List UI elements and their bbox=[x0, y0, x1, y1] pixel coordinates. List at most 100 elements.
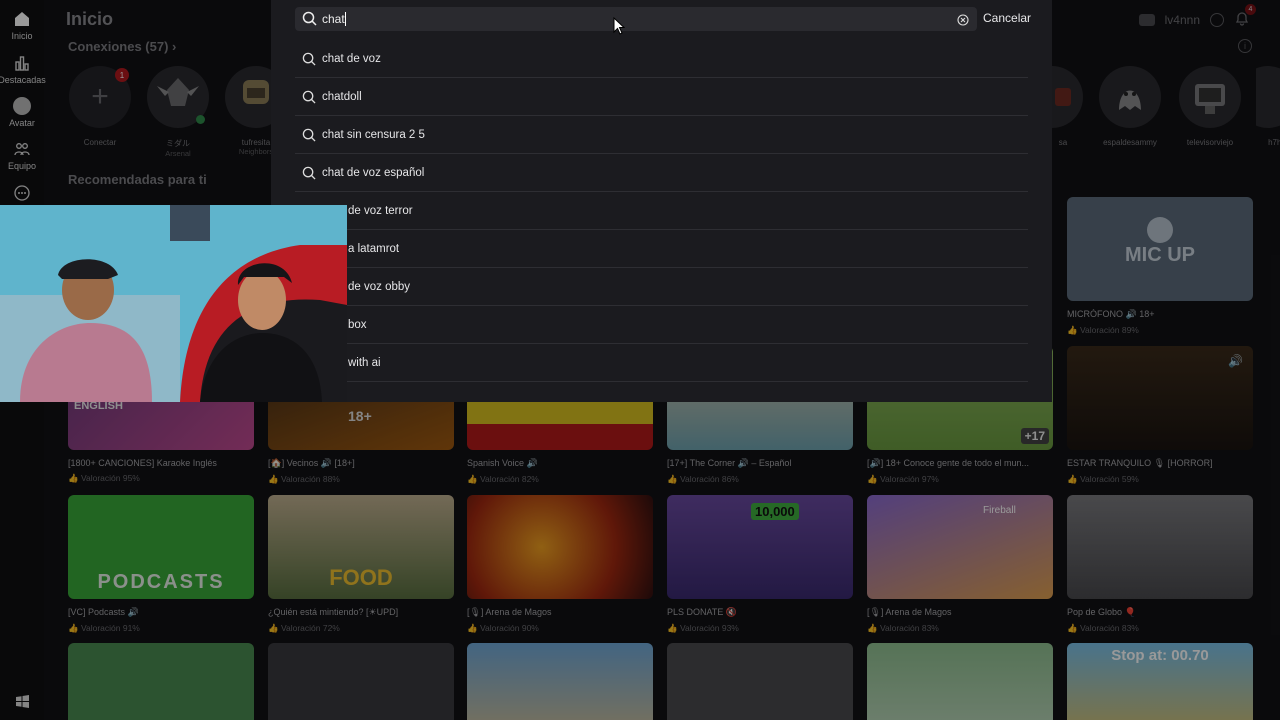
game-rating-text: Valoración 83% bbox=[1079, 623, 1139, 633]
game-card[interactable]: Stop at: 00.70 bbox=[1067, 643, 1253, 720]
connection-item[interactable]: televisorviejo bbox=[1178, 66, 1242, 147]
connection-item[interactable]: h7hu bbox=[1256, 66, 1280, 147]
suggestion-text: chatdoll bbox=[322, 91, 362, 103]
game-card[interactable]: PODCASTS [VC] Podcasts 🔊 👍 Valoración 91… bbox=[68, 495, 254, 634]
game-rating-text: Valoración 88% bbox=[280, 474, 340, 484]
game-thumbnail: PODCASTS bbox=[68, 495, 254, 599]
game-title: [🎙] Arena de Magos bbox=[867, 607, 952, 617]
game-thumbnail: 🔊 bbox=[1067, 346, 1253, 450]
connection-name: espaldesammy bbox=[1103, 138, 1157, 147]
game-thumbnail bbox=[467, 643, 653, 720]
search-suggestion[interactable]: chat de voz bbox=[295, 40, 1028, 78]
text-caret bbox=[345, 12, 346, 26]
header-user-area: lv4nnn 4 bbox=[1138, 4, 1256, 29]
home-icon bbox=[13, 10, 31, 28]
volume-icon: 🔊 bbox=[1228, 354, 1243, 368]
game-card[interactable] bbox=[268, 643, 454, 720]
sidebar-item-equipo[interactable]: Equipo bbox=[0, 140, 44, 171]
connection-item[interactable]: ミダル Arsenal bbox=[146, 66, 210, 158]
cancel-button[interactable]: Cancelar bbox=[983, 11, 1031, 25]
game-rating-text: Valoración 90% bbox=[479, 623, 539, 633]
game-card[interactable]: [🎙] Arena de Magos 👍 Valoración 90% bbox=[467, 495, 653, 634]
windows-button[interactable] bbox=[0, 692, 44, 710]
search-suggestion[interactable]: a latamrot bbox=[295, 230, 1028, 268]
fireball-logo: Fireball bbox=[983, 505, 1016, 516]
suggestion-text: de voz terror bbox=[348, 205, 413, 217]
game-card[interactable]: 10,000 PLS DONATE 🔇 👍 Valoración 93% bbox=[667, 495, 853, 634]
game-thumbnail bbox=[68, 643, 254, 720]
sidebar-item-destacadas[interactable]: Destacadas bbox=[0, 54, 46, 85]
game-rating: 👍 Valoración 89% bbox=[1067, 325, 1139, 335]
search-suggestion[interactable]: with ai bbox=[295, 344, 1028, 382]
game-card[interactable]: Pop de Globo 🎈 👍 Valoración 83% bbox=[1067, 495, 1253, 634]
search-suggestion[interactable]: chat de voz español bbox=[295, 154, 1028, 192]
game-rating: 👍 Valoración 97% bbox=[867, 474, 939, 484]
search-bar[interactable] bbox=[295, 7, 977, 31]
search-suggestion[interactable]: de voz terror bbox=[295, 192, 1028, 230]
game-thumbnail bbox=[1067, 495, 1253, 599]
game-thumbnail bbox=[268, 643, 454, 720]
game-title: [🎙] Arena de Magos bbox=[467, 607, 552, 617]
info-icon[interactable]: i bbox=[1238, 39, 1252, 53]
username-label[interactable]: lv4nnn bbox=[1165, 13, 1200, 27]
search-suggestion[interactable]: chat sin censura 2 5 bbox=[295, 116, 1028, 154]
game-rating-text: Valoración 89% bbox=[1079, 325, 1139, 335]
connection-name: h7hu bbox=[1268, 138, 1280, 147]
clear-search-icon[interactable] bbox=[957, 13, 969, 31]
game-title: Pop de Globo 🎈 bbox=[1067, 607, 1136, 617]
game-title: [17+] The Corner 🔊 – Español bbox=[667, 458, 792, 468]
search-icon bbox=[302, 166, 316, 185]
game-card[interactable] bbox=[667, 643, 853, 720]
search-suggestion[interactable]: de voz obby bbox=[295, 268, 1028, 306]
connection-item[interactable]: espaldesammy bbox=[1098, 66, 1162, 147]
chart-icon bbox=[13, 54, 31, 72]
connect-button[interactable]: + 1 Conectar bbox=[68, 66, 132, 147]
suggestion-text: chat de voz español bbox=[322, 167, 425, 179]
robux-icon[interactable] bbox=[1138, 13, 1155, 26]
notification-bell-icon[interactable]: 4 bbox=[1234, 4, 1256, 29]
team-icon bbox=[13, 140, 31, 158]
game-card[interactable]: MIC UP MICRÓFONO 🔊 18+ 👍 Valoración 89% bbox=[1067, 197, 1253, 336]
connection-avatar bbox=[1179, 66, 1241, 128]
connections-title[interactable]: Conexiones (57) › bbox=[68, 39, 176, 54]
robux-coin-icon[interactable] bbox=[1210, 12, 1224, 27]
sidebar-item-inicio[interactable]: Inicio bbox=[0, 10, 44, 41]
sidebar-item-label: Avatar bbox=[9, 118, 35, 128]
game-card[interactable]: FOOD ¿Quién está mintiendo? [☀UPD] 👍 Val… bbox=[268, 495, 454, 634]
game-card[interactable] bbox=[467, 643, 653, 720]
sidebar-item-label: Inicio bbox=[11, 31, 33, 41]
search-suggestion[interactable]: box bbox=[295, 306, 1028, 344]
game-card[interactable] bbox=[68, 643, 254, 720]
connect-badge: 1 bbox=[115, 68, 129, 82]
game-rating-text: Valoración 72% bbox=[280, 623, 340, 633]
game-rating: 👍 Valoración 95% bbox=[68, 473, 140, 483]
sidebar-item-more[interactable] bbox=[0, 184, 44, 202]
game-title: [🔊] 18+ Conoce gente de todo el mun... bbox=[867, 458, 1030, 468]
game-title: MICRÓFONO 🔊 18+ bbox=[1067, 309, 1155, 319]
game-rating-text: Valoración 91% bbox=[80, 623, 140, 633]
search-suggestion[interactable]: chatdoll bbox=[295, 78, 1028, 116]
sidebar-item-avatar[interactable]: Avatar bbox=[0, 97, 44, 128]
search-icon bbox=[302, 128, 316, 147]
suggestion-text: chat sin censura 2 5 bbox=[322, 129, 425, 141]
game-rating: 👍 Valoración 83% bbox=[867, 623, 939, 633]
game-thumbnail bbox=[467, 495, 653, 599]
webcam-overlay bbox=[0, 205, 347, 402]
game-rating-text: Valoración 82% bbox=[479, 474, 539, 484]
connection-game: Neighbors bbox=[238, 147, 274, 156]
game-rating: 👍 Valoración 90% bbox=[467, 623, 539, 633]
connection-avatar bbox=[1256, 66, 1280, 128]
game-thumbnail: Stop at: 00.70 bbox=[1067, 643, 1253, 720]
game-title: ¿Quién está mintiendo? [☀UPD] bbox=[268, 607, 399, 617]
windows-icon bbox=[13, 692, 31, 710]
plus17-badge: +17 bbox=[1020, 428, 1049, 444]
mouse-cursor-icon bbox=[613, 16, 626, 40]
eighteen-logo: 18+ bbox=[348, 408, 372, 424]
game-card[interactable]: 🔊 ESTAR TRANQUILO 🎙 [HORROR] 👍 Valoració… bbox=[1067, 346, 1253, 485]
game-card[interactable]: Fireball [🎙] Arena de Magos 👍 Valoración… bbox=[867, 495, 1053, 634]
search-icon bbox=[302, 52, 316, 71]
game-card[interactable] bbox=[867, 643, 1053, 720]
online-dot bbox=[196, 115, 205, 124]
game-rating-text: Valoración 97% bbox=[879, 474, 939, 484]
game-thumbnail: Fireball bbox=[867, 495, 1053, 599]
